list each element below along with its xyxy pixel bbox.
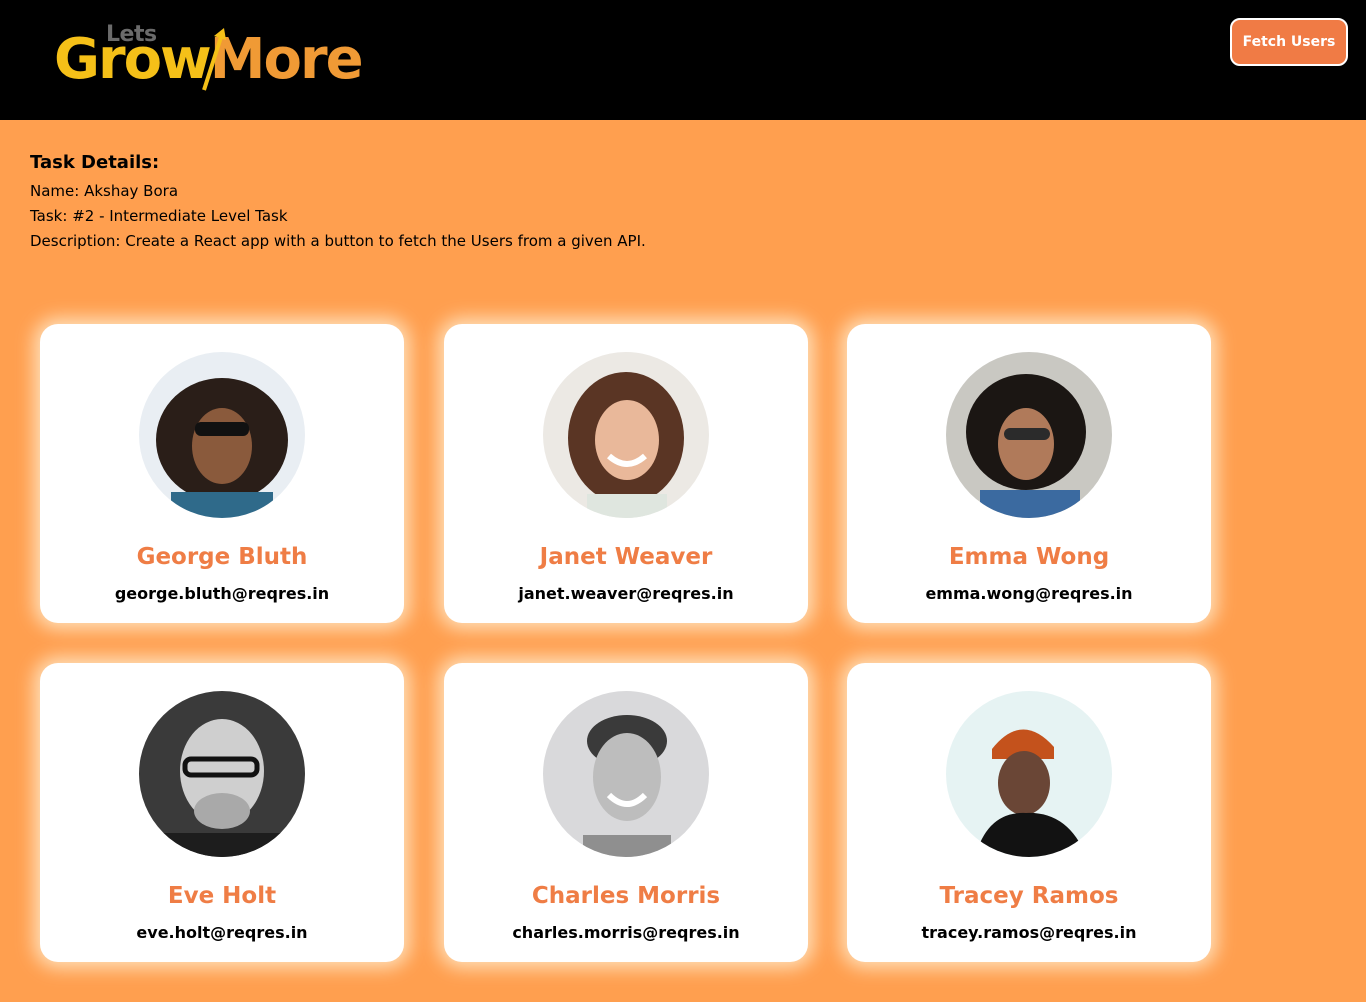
user-email: tracey.ramos@reqres.in	[921, 923, 1137, 942]
user-name: Tracey Ramos	[939, 883, 1119, 909]
user-email: george.bluth@reqres.in	[114, 584, 330, 603]
growth-arrow-icon	[202, 28, 226, 91]
fetch-users-button[interactable]: Fetch Users	[1230, 18, 1348, 66]
task-details: Task Details: Name: Akshay Bora Task: #2…	[30, 152, 646, 254]
user-email: janet.weaver@reqres.in	[518, 584, 734, 603]
task-details-title: Task Details:	[30, 152, 160, 173]
user-avatar	[946, 352, 1112, 518]
logo-grow-text: Grow	[54, 27, 212, 92]
user-card: Tracey Ramos tracey.ramos@reqres.in	[847, 663, 1211, 962]
user-card: George Bluth george.bluth@reqres.in	[40, 324, 404, 623]
task-task-line: Task: #2 - Intermediate Level Task	[30, 207, 288, 225]
user-name: Janet Weaver	[539, 544, 713, 570]
logo-more-text: More	[209, 27, 364, 92]
user-avatar	[139, 352, 305, 518]
user-email: charles.morris@reqres.in	[512, 923, 740, 942]
user-name: George Bluth	[136, 544, 308, 570]
user-avatar	[139, 691, 305, 857]
user-email: emma.wong@reqres.in	[925, 584, 1133, 603]
user-avatar	[543, 352, 709, 518]
task-description-line: Description: Create a React app with a b…	[30, 232, 646, 250]
letsgrowmore-logo: Lets GrowMore	[54, 22, 384, 94]
user-name: Charles Morris	[531, 883, 721, 909]
user-avatar	[543, 691, 709, 857]
user-avatar	[946, 691, 1112, 857]
task-name-line: Name: Akshay Bora	[30, 182, 179, 200]
user-card: Janet Weaver janet.weaver@reqres.in	[444, 324, 808, 623]
user-card: Charles Morris charles.morris@reqres.in	[444, 663, 808, 962]
header-bar: Lets GrowMore Fetch Users	[0, 0, 1366, 120]
user-email: eve.holt@reqres.in	[136, 923, 308, 942]
user-name: Eve Holt	[167, 883, 277, 909]
user-name: Emma Wong	[948, 544, 1110, 570]
user-card: Eve Holt eve.holt@reqres.in	[40, 663, 404, 962]
user-card: Emma Wong emma.wong@reqres.in	[847, 324, 1211, 623]
